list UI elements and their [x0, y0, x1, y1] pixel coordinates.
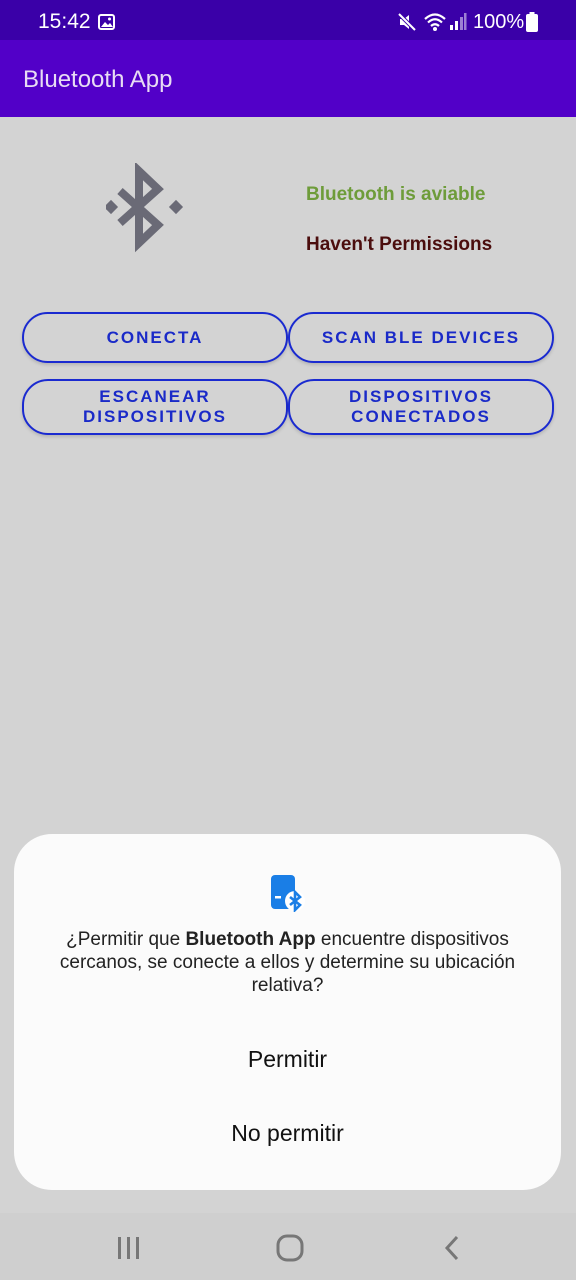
- dispositivos-conectados-button[interactable]: DISPOSITIVOS CONECTADOS: [288, 379, 554, 435]
- dialog-message-prefix: ¿Permitir que: [66, 929, 186, 950]
- allow-button[interactable]: Permitir: [14, 1046, 561, 1073]
- battery-percent: 100%: [473, 11, 525, 33]
- scan-ble-devices-button[interactable]: SCAN BLE DEVICES: [288, 312, 554, 363]
- conecta-button[interactable]: CONECTA: [22, 312, 288, 363]
- app-title: Bluetooth App: [23, 66, 173, 93]
- gallery-icon: [98, 14, 115, 35]
- dialog-message: ¿Permitir que Bluetooth App encuentre di…: [44, 928, 531, 997]
- back-icon[interactable]: [442, 1234, 462, 1267]
- permission-dialog: ¿Permitir que Bluetooth App encuentre di…: [14, 834, 561, 1190]
- home-icon[interactable]: [276, 1234, 304, 1267]
- permission-status: Haven't Permissions: [306, 234, 493, 255]
- escanear-dispositivos-button[interactable]: ESCANEAR DISPOSITIVOS: [22, 379, 288, 435]
- bluetooth-status: Bluetooth is aviable: [306, 184, 486, 205]
- bluetooth-icon: [103, 161, 184, 258]
- app-bar: Bluetooth App: [0, 40, 576, 117]
- status-bar: 15:42 100%: [0, 0, 576, 40]
- battery-icon: [526, 12, 538, 37]
- wifi-icon: [423, 12, 447, 37]
- deny-button[interactable]: No permitir: [14, 1120, 561, 1147]
- dialog-app-name: Bluetooth App: [185, 929, 316, 950]
- status-time: 15:42: [38, 10, 91, 33]
- signal-icon: [449, 13, 467, 36]
- navigation-bar: [0, 1213, 576, 1280]
- nearby-devices-icon: [270, 874, 306, 917]
- mute-icon: [397, 12, 417, 37]
- recents-icon[interactable]: [116, 1235, 142, 1266]
